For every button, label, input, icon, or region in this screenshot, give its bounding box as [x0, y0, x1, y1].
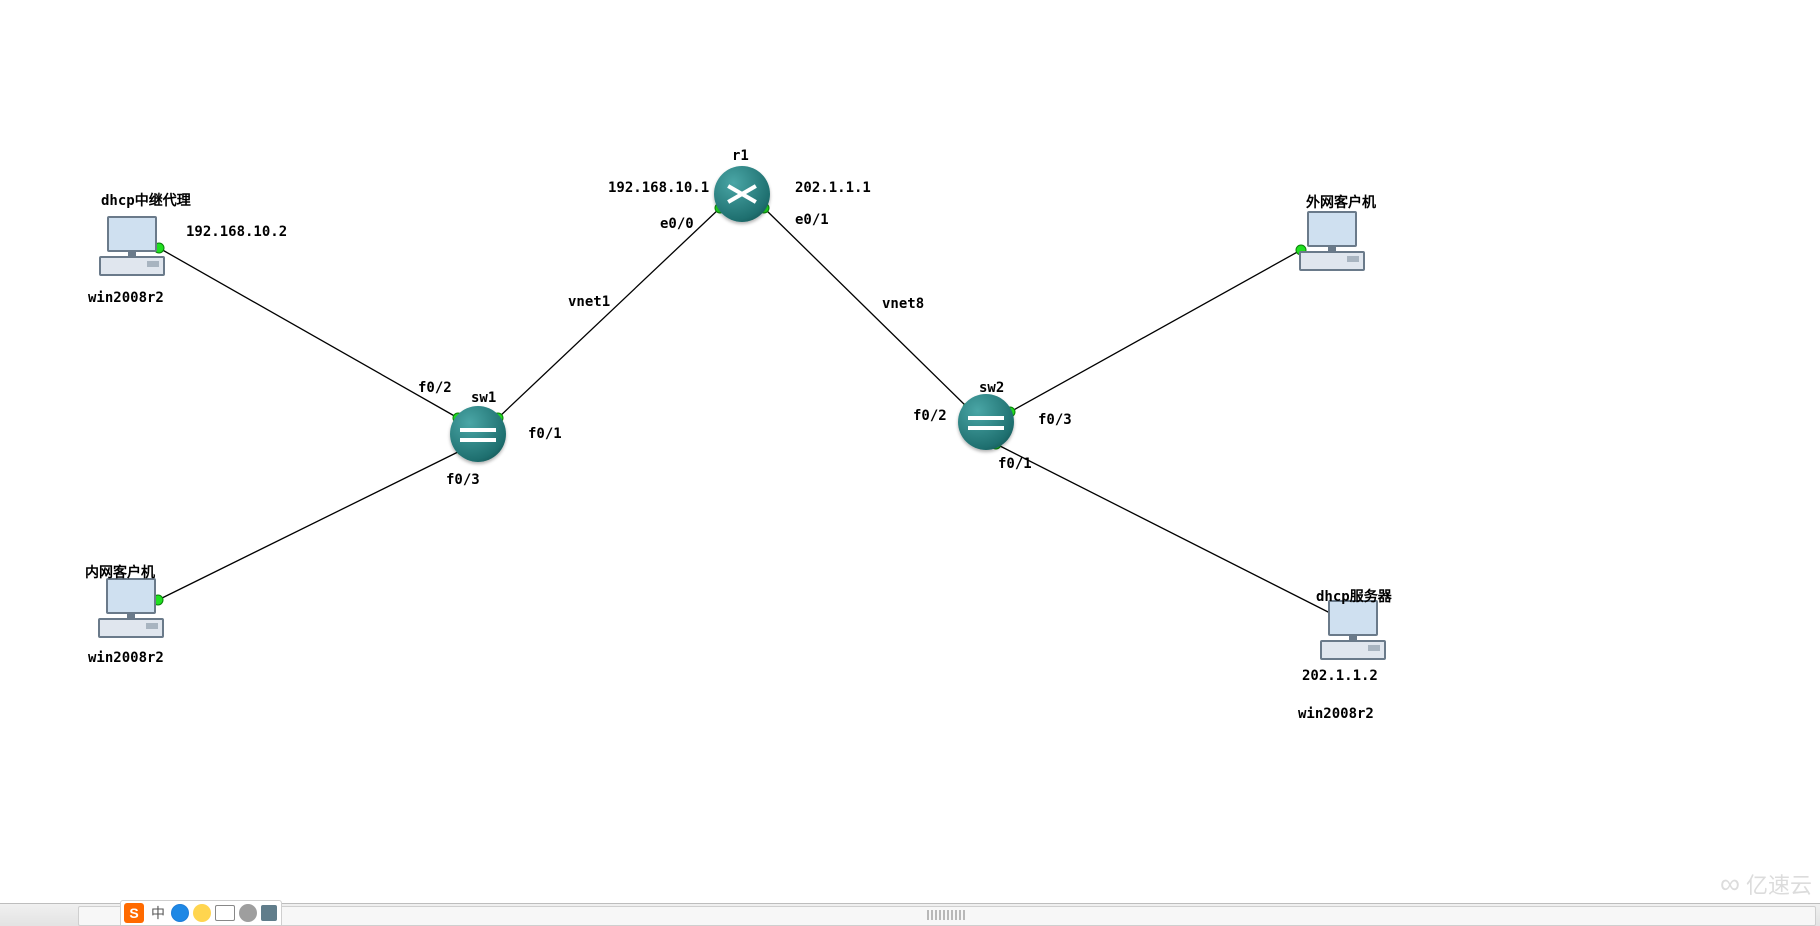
- switch-sw2[interactable]: [958, 394, 1014, 450]
- label-r1-left-port: e0/0: [660, 216, 694, 232]
- label-sw1-f01: f0/1: [528, 426, 562, 442]
- topology-canvas: { "devices": { "r1": {"name": "r1", "typ…: [0, 0, 1820, 926]
- label-sw2-f01: f0/1: [998, 456, 1032, 472]
- label-sw1: sw1: [471, 390, 496, 406]
- label-r1-right-port: e0/1: [795, 212, 829, 228]
- label-proxy-ip: 192.168.10.2: [186, 224, 287, 240]
- label-sw1-f03: f0/3: [446, 472, 480, 488]
- statusbar-panel: [78, 906, 1816, 926]
- host-external-client[interactable]: [1295, 205, 1365, 275]
- ime-toolbar[interactable]: S 中: [120, 900, 282, 926]
- watermark: ∞ 亿速云: [1720, 868, 1812, 900]
- ime-emoji-icon[interactable]: [193, 904, 211, 922]
- label-srv-ip: 202.1.1.2: [1302, 668, 1378, 684]
- ime-lang-icon[interactable]: 中: [149, 904, 167, 922]
- host-dhcp-relay[interactable]: [95, 210, 165, 280]
- ime-keyboard-icon[interactable]: [215, 905, 235, 921]
- ime-settings-icon[interactable]: [239, 904, 257, 922]
- label-sw1-f02: f0/2: [418, 380, 452, 396]
- ime-tools-icon[interactable]: [261, 905, 277, 921]
- label-r1-left-ip: 192.168.10.1: [608, 180, 709, 196]
- switch-sw1[interactable]: [450, 406, 506, 462]
- label-vnet1: vnet1: [568, 294, 610, 310]
- label-proxy-title: dhcp中继代理: [101, 190, 191, 210]
- label-proxy-os: win2008r2: [88, 290, 164, 306]
- label-srv-os: win2008r2: [1298, 706, 1374, 722]
- label-sw2-f02: f0/2: [913, 408, 947, 424]
- router-r1[interactable]: [714, 166, 770, 222]
- ime-logo-icon[interactable]: S: [124, 903, 144, 923]
- label-vnet8: vnet8: [882, 296, 924, 312]
- label-sw2-f03: f0/3: [1038, 412, 1072, 428]
- host-dhcp-server[interactable]: [1316, 594, 1386, 664]
- watermark-logo-icon: ∞: [1720, 870, 1740, 898]
- label-r1-right-ip: 202.1.1.1: [795, 180, 871, 196]
- host-internal-client[interactable]: [94, 572, 164, 642]
- label-r1: r1: [732, 148, 749, 164]
- label-clientin-os: win2008r2: [88, 650, 164, 666]
- ime-globe-icon[interactable]: [171, 904, 189, 922]
- link-layer: [0, 0, 1820, 926]
- watermark-text: 亿速云: [1746, 868, 1812, 900]
